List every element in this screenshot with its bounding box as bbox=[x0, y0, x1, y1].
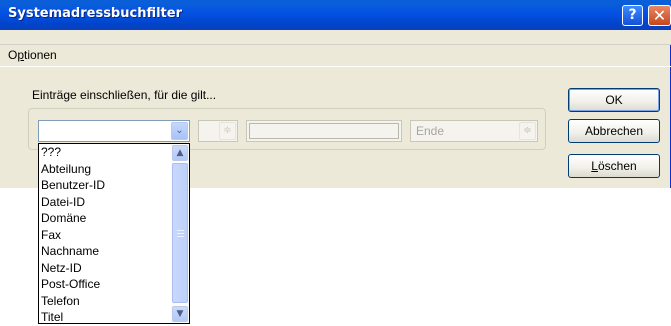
delete-label: öschen bbox=[597, 159, 637, 173]
scroll-thumb[interactable] bbox=[172, 163, 188, 303]
end-select[interactable]: Ende ≑ bbox=[410, 120, 538, 142]
list-item[interactable]: Datei-ID bbox=[39, 194, 171, 211]
updown-glyph: ≑ bbox=[223, 125, 232, 136]
list-item[interactable]: Domäne bbox=[39, 210, 171, 227]
list-item[interactable]: ??? bbox=[39, 144, 171, 161]
help-icon: ? bbox=[628, 7, 637, 23]
help-button[interactable]: ? bbox=[622, 5, 643, 26]
updown-icon[interactable]: ≑ bbox=[519, 122, 536, 140]
field-dropdown-list[interactable]: ??? Abteilung Benutzer-ID Datei-ID Domän… bbox=[38, 143, 190, 324]
scroll-up-glyph: ▲ bbox=[176, 148, 184, 158]
delete-accel: L bbox=[591, 159, 598, 173]
scroll-down-icon[interactable]: ▼ bbox=[172, 306, 188, 322]
menu-strip bbox=[0, 30, 671, 44]
list-item[interactable]: Netz-ID bbox=[39, 260, 171, 277]
list-item[interactable]: Abteilung bbox=[39, 161, 171, 178]
delete-button[interactable]: Löschen bbox=[568, 154, 660, 178]
list-item[interactable]: Telefon bbox=[39, 293, 171, 310]
list-item[interactable]: Nachname bbox=[39, 243, 171, 260]
field-select[interactable]: ⌄ bbox=[38, 120, 190, 142]
menu-options-label-2: tionen bbox=[24, 48, 57, 62]
list-item[interactable]: Benutzer-ID bbox=[39, 177, 171, 194]
list-item[interactable]: Titel bbox=[39, 309, 171, 326]
list-item[interactable]: Post-Office bbox=[39, 276, 171, 293]
menu-bar: Optionen bbox=[0, 44, 671, 67]
close-button[interactable]: ✕ bbox=[648, 5, 671, 26]
dropdown-items: ??? Abteilung Benutzer-ID Datei-ID Domän… bbox=[39, 144, 171, 326]
chevron-glyph: ⌄ bbox=[175, 125, 184, 136]
filter-section-label: Einträge einschließen, für die gilt... bbox=[32, 88, 217, 102]
close-icon: ✕ bbox=[652, 6, 667, 25]
updown-icon[interactable]: ≑ bbox=[219, 122, 236, 140]
updown-glyph: ≑ bbox=[523, 125, 532, 136]
window-title: Systemadressbuchfilter bbox=[8, 6, 182, 21]
title-bar[interactable]: Systemadressbuchfilter ? ✕ bbox=[0, 0, 671, 31]
scroll-down-glyph: ▼ bbox=[176, 309, 184, 319]
value-input[interactable] bbox=[246, 120, 402, 142]
chevron-down-icon[interactable]: ⌄ bbox=[171, 122, 188, 140]
scroll-up-icon[interactable]: ▲ bbox=[172, 145, 188, 161]
grip-icon bbox=[177, 230, 184, 237]
dropdown-scrollbar[interactable]: ▲ ▼ bbox=[171, 144, 189, 323]
end-select-value: Ende bbox=[416, 124, 445, 138]
menu-options-label-1: O bbox=[8, 48, 18, 62]
value-input-inner bbox=[249, 123, 399, 139]
cancel-button[interactable]: Abbrechen bbox=[568, 119, 660, 143]
menu-options[interactable]: Optionen bbox=[8, 48, 57, 62]
operator-select[interactable]: ≑ bbox=[198, 120, 238, 142]
list-item[interactable]: Fax bbox=[39, 227, 171, 244]
ok-button[interactable]: OK bbox=[568, 88, 660, 112]
